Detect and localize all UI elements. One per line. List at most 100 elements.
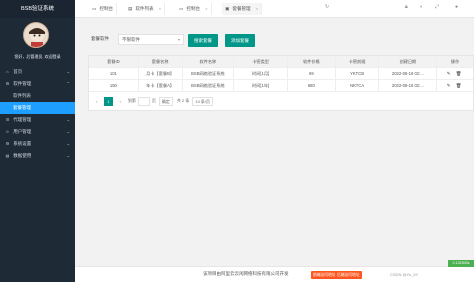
table-row[interactable]: 150 年卡【套餐A】 BSB网络验证系统 时间[1年] 680 NKTCA 2… (89, 80, 473, 92)
page-confirm-button[interactable]: 确定 (158, 96, 173, 106)
footer-text: 该项目由阿里云云闲网络科技有限公司开发 (203, 271, 289, 276)
monitor-icon: ▭ (92, 6, 97, 11)
refresh-icon[interactable]: ↻ (325, 4, 329, 10)
chevron-up-icon: ⌃ (66, 81, 70, 86)
monitor-icon: ▭ (179, 6, 184, 11)
sidebar-item-user[interactable]: ☺ 用户管理 ⌄ (0, 126, 75, 138)
cell: BSB网络验证系统 (183, 68, 235, 79)
list-icon: ▤ (128, 6, 133, 11)
sidebar-item-label: 软件管理 (13, 81, 32, 86)
cell: 年卡【套餐A】 (139, 80, 183, 91)
column-header[interactable]: 软件名称 (183, 56, 235, 67)
main-content: 套餐软件 不限软件 ▾ 搜索套餐 添加套餐 套餐ID 套餐名称 软件名称 卡密类… (75, 18, 474, 266)
sidebar-subitem-software-list[interactable]: 软件列表 (0, 90, 75, 102)
tab-software-list[interactable]: ▤ 软件列表 × (125, 3, 166, 15)
sidebar: BSB验证系统 您好，后管理员, 欢迎登录 ⌂ 首页 ⌄ ⚙ 软件管理 ⌃ 软件… (0, 0, 75, 282)
sidebar-subitem-label: 套餐管理 (13, 105, 31, 110)
report-icon: ▤ (5, 153, 10, 158)
lock-icon[interactable]: 🔒︎ (405, 4, 408, 10)
software-icon: ⚙ (5, 81, 10, 86)
page-size-select[interactable]: 10 条/页 (192, 96, 214, 106)
agent-icon: ☰ (5, 117, 10, 122)
sidebar-item-label: 用户管理 (13, 129, 32, 134)
cell: BSB网络验证系统 (183, 80, 235, 91)
add-package-button[interactable]: 添加套餐 (225, 34, 255, 47)
search-package-button[interactable]: 搜索套餐 (188, 34, 218, 47)
software-select-value: 不限软件 (122, 37, 140, 42)
app-title: BSB验证系统 (0, 0, 75, 18)
pagination: ‹ 1 › 到第 页 确定 共 2 条 10 条/页 (89, 92, 473, 110)
column-header[interactable]: 套餐名称 (139, 56, 183, 67)
theme-icon[interactable]: ◐ (420, 4, 423, 10)
next-page-icon[interactable]: › (117, 97, 124, 106)
chevron-down-icon: ⌄ (66, 153, 70, 158)
cell: 时间[1年] (234, 80, 288, 91)
package-table: 套餐ID 套餐名称 软件名称 卡密类型 软件价格 卡密前缀 创建日期 操作 10… (88, 55, 474, 111)
watermark: CSDN @Yu_5Y (390, 272, 419, 277)
column-header: 操作 (450, 59, 460, 64)
user-icon[interactable]: ● (455, 4, 458, 10)
sidebar-nav: ⌂ 首页 ⌄ ⚙ 软件管理 ⌃ 软件列表 套餐管理 ☰ 代理管理 ⌄ ☺ 用户管… (0, 66, 75, 162)
column-header[interactable]: 软件价格 (288, 56, 336, 67)
column-header[interactable]: 卡密前缀 (336, 56, 380, 67)
sidebar-item-label: 系统设置 (13, 141, 32, 146)
close-icon[interactable]: × (159, 6, 161, 11)
total-count: 共 2 条 (176, 98, 190, 103)
table-header: 套餐ID 套餐名称 软件名称 卡密类型 软件价格 卡密前缀 创建日期 操作 (89, 56, 473, 68)
fullscreen-icon[interactable]: ⤢ (435, 4, 439, 10)
home-icon: ⌂ (6, 69, 9, 74)
sidebar-item-label: 代理管理 (13, 117, 32, 122)
goto-label: 到第 (127, 98, 136, 103)
cell: 69 (288, 68, 336, 79)
chevron-down-icon: ▾ (177, 37, 180, 42)
tab-console-2[interactable]: ▭ 控制台 × (176, 3, 212, 15)
sidebar-item-settings[interactable]: ⚙ 系统设置 ⌄ (0, 138, 75, 150)
app-root: BSB验证系统 您好，后管理员, 欢迎登录 ⌂ 首页 ⌄ ⚙ 软件管理 ⌃ 软件… (0, 0, 474, 282)
chevron-down-icon: ⌄ (66, 69, 70, 74)
sidebar-subitem-label: 软件列表 (13, 93, 31, 98)
tab-package-manage[interactable]: ▣ 套餐管理 × (222, 3, 263, 15)
user-greeting: 您好，后管理员, 欢迎登录 (14, 54, 61, 59)
sidebar-item-label: 数据使用 (13, 153, 32, 158)
chevron-down-icon: ⌄ (66, 117, 70, 122)
chevron-down-icon: ⌄ (66, 141, 70, 146)
page-unit: 页 (151, 98, 156, 103)
prev-page-icon[interactable]: ‹ (93, 97, 100, 106)
avatar[interactable] (23, 22, 49, 48)
cell: 月卡【套餐B】 (139, 68, 183, 79)
backend-link-badge[interactable]: 后端访问地址 (335, 271, 362, 279)
tab-console[interactable]: ▭ 控制台 (89, 3, 118, 15)
filter-label: 套餐软件 (91, 36, 109, 41)
close-icon[interactable]: × (256, 6, 258, 11)
cell: 150 (89, 80, 139, 91)
row-actions[interactable]: ✎ 🗑 (437, 80, 473, 91)
tab-label: 套餐管理 (232, 6, 251, 11)
frontend-link-badge[interactable]: 前端访问地址 (311, 271, 338, 279)
settings-icon: ⚙ (5, 141, 10, 146)
cell: 101 (89, 68, 139, 79)
tab-label: 控制台 (99, 6, 114, 11)
column-header[interactable]: 卡密类型 (234, 56, 288, 67)
cell: YKTCB (336, 68, 380, 79)
column-header[interactable]: 套餐ID (89, 56, 139, 67)
table-row[interactable]: 101 月卡【套餐B】 BSB网络验证系统 时间[1月] 69 YKTCB 20… (89, 68, 473, 80)
chevron-down-icon: ⌄ (66, 129, 70, 134)
sidebar-item-software[interactable]: ⚙ 软件管理 ⌃ (0, 78, 75, 90)
software-select[interactable]: 不限软件 ▾ (118, 34, 184, 45)
sidebar-item-home[interactable]: ⌂ 首页 ⌄ (0, 66, 75, 78)
sidebar-item-report[interactable]: ▤ 数据使用 ⌄ (0, 150, 75, 162)
cell: NKTCA (336, 80, 380, 91)
cell: 2022-06-16 02:... (379, 80, 438, 91)
sidebar-item-agent[interactable]: ☰ 代理管理 ⌄ (0, 114, 75, 126)
column-header[interactable]: 创建日期 (379, 56, 438, 67)
page-number-current[interactable]: 1 (104, 96, 113, 106)
sidebar-subitem-package-manage[interactable]: 套餐管理 (0, 102, 75, 114)
close-icon[interactable]: × (205, 6, 207, 11)
user-icon: ☺ (5, 129, 10, 134)
page-input[interactable] (137, 96, 150, 106)
cell: 680 (288, 80, 336, 91)
box-icon: ▣ (225, 6, 230, 11)
cell: 时间[1月] (234, 68, 288, 79)
cell: 2022-06-16 02:... (379, 68, 438, 79)
row-actions[interactable]: ✎ 🗑 (437, 68, 473, 79)
